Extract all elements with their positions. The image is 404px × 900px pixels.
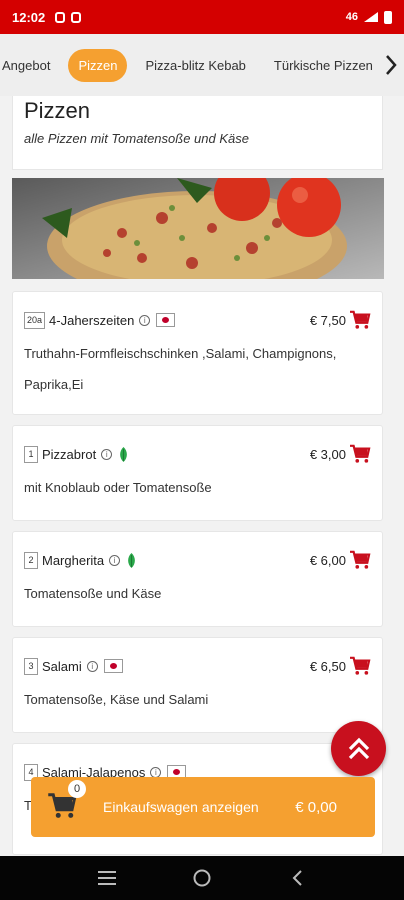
add-to-cart-icon[interactable]: [349, 656, 371, 676]
vegetarian-leaf-icon: [120, 446, 128, 462]
item-number: 2: [24, 551, 38, 569]
back-nav-icon[interactable]: [286, 867, 308, 889]
info-icon[interactable]: i: [150, 766, 162, 778]
menu-item[interactable]: 20a 4-Jaherszeiten i € 7,50 Truthahn-For…: [12, 291, 383, 415]
signal-text: 46: [345, 11, 358, 23]
chevron-right-icon[interactable]: [378, 34, 404, 96]
info-icon[interactable]: i: [101, 448, 113, 460]
item-name: Pizzabrot: [42, 446, 97, 462]
menu-item[interactable]: 2 Margherita i € 6,00 Tomatensoße und Kä…: [12, 531, 383, 627]
section-title: Pizzen: [24, 98, 91, 123]
item-name: 4-Jaherszeiten: [49, 312, 135, 328]
item-description: mit Knoblaub oder Tomatensoße: [24, 480, 212, 495]
notification-icon: [71, 11, 82, 23]
japan-flag-icon: [103, 659, 123, 673]
info-icon[interactable]: i: [86, 660, 98, 672]
cart-label: Einkaufswagen anzeigen: [103, 799, 259, 815]
tab-pizzen[interactable]: Pizzen: [68, 48, 128, 82]
section-header: Pizzen alle Pizzen mit Tomatensoße und K…: [12, 96, 383, 170]
info-icon[interactable]: i: [139, 314, 151, 326]
item-price: € 6,00: [309, 552, 346, 568]
battery-icon: [384, 10, 392, 24]
tab-angebot[interactable]: Angebot: [0, 49, 60, 82]
cart-icon: 0: [47, 780, 86, 822]
item-description: Tomatensoße und Käse: [24, 586, 162, 601]
item-price: € 6,50: [309, 658, 346, 674]
add-to-cart-icon[interactable]: [349, 310, 371, 330]
section-subtitle: alle Pizzen mit Tomatensoße und Käse: [24, 131, 249, 146]
show-cart-button[interactable]: 0 Einkaufswagen anzeigen € 0,00: [31, 777, 375, 837]
menu-item[interactable]: 1 Pizzabrot i € 3,00 mit Knoblaub oder T…: [12, 425, 383, 521]
notification-icon: [55, 11, 66, 23]
status-indicators: 46: [345, 10, 392, 24]
menu-item[interactable]: 3 Salami i € 6,50 Tomatensoße, Käse und …: [12, 637, 383, 733]
info-icon[interactable]: i: [109, 554, 121, 566]
item-number: 1: [24, 445, 38, 463]
japan-flag-icon: [156, 313, 176, 327]
pizza-banner-image: [12, 178, 384, 279]
tab-pizza-blitz-kebab[interactable]: Pizza-blitz Kebab: [135, 49, 255, 82]
item-description: Truthahn-Formfleischschinken ,Salami, Ch…: [24, 346, 337, 392]
add-to-cart-icon[interactable]: [349, 550, 371, 570]
item-number: 20a: [24, 311, 46, 329]
item-price: € 7,50: [309, 312, 346, 328]
item-number: 3: [24, 657, 38, 675]
status-bar: 12:02 46: [0, 0, 404, 34]
home-nav-icon[interactable]: [191, 867, 213, 889]
cart-total: € 0,00: [295, 798, 337, 816]
tab-tuerkische-pizzen[interactable]: Türkische Pizzen: [264, 49, 383, 82]
item-description: Tomatensoße, Käse und Salami: [24, 692, 209, 707]
menu-nav-icon[interactable]: [96, 867, 118, 889]
item-price: € 3,00: [309, 446, 346, 462]
scroll-to-top-button[interactable]: [331, 721, 386, 776]
category-tabs: Angebot Pizzen Pizza-blitz Kebab Türkisc…: [0, 34, 404, 96]
item-name: Salami: [42, 658, 82, 674]
vegetarian-leaf-icon: [128, 552, 136, 568]
add-to-cart-icon[interactable]: [349, 444, 371, 464]
signal-icon: [364, 12, 378, 22]
system-nav-bar: [0, 856, 404, 900]
status-time: 12:02: [12, 9, 46, 25]
cart-count-badge: 0: [68, 780, 86, 798]
double-chevron-up-icon: [348, 737, 369, 759]
item-name: Margherita: [42, 552, 105, 568]
